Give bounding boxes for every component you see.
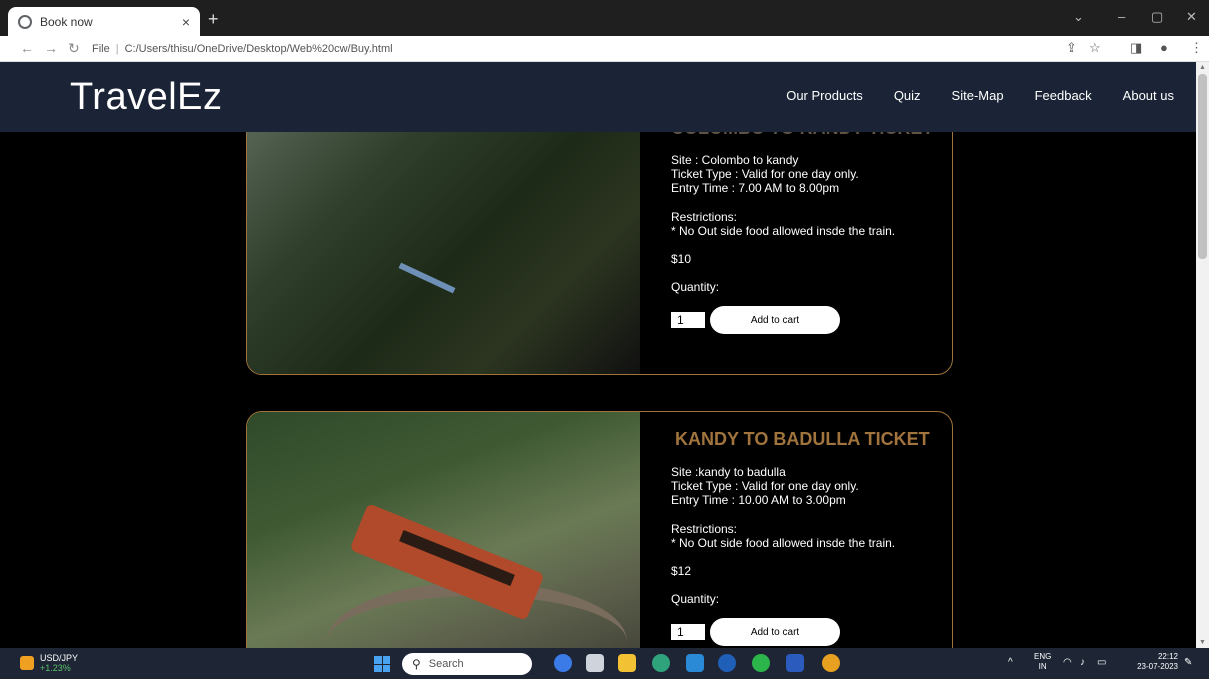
url-separator: | <box>115 43 119 55</box>
clock-time: 22:12 <box>1157 652 1178 661</box>
browser-tab-bar: Book now × + ⌄ – ▢ ✕ <box>0 0 1209 36</box>
search-icon: ⚲ <box>412 657 421 671</box>
wifi-icon[interactable]: ◠ <box>1063 657 1072 668</box>
ticket-details: Site : Colombo to kandy Ticket Type : Va… <box>671 153 859 195</box>
currency-chart-icon <box>20 656 34 670</box>
quantity-input[interactable] <box>671 624 705 640</box>
ticket-restrictions: Restrictions: * No Out side food allowed… <box>671 522 895 550</box>
scroll-down-icon[interactable]: ▼ <box>1199 639 1206 646</box>
clock-date: 23-07-2023 <box>1137 662 1178 671</box>
battery-icon[interactable]: ▭ <box>1097 657 1106 668</box>
side-panel-icon[interactable]: ◨ <box>1130 40 1142 56</box>
ticket-price: $12 <box>671 564 692 578</box>
windows-taskbar: USD/JPY +1.23% ⚲ Search ^ ENG IN ◠ ♪ ▭ 2… <box>0 648 1209 679</box>
browser-tab[interactable]: Book now × <box>8 7 200 36</box>
scrollbar-thumb[interactable] <box>1198 74 1207 259</box>
menu-kebab-icon[interactable]: ⋮ <box>1190 40 1203 56</box>
share-icon[interactable]: ⇪ <box>1066 40 1077 56</box>
add-to-cart-button[interactable]: Add to cart <box>710 618 840 646</box>
volume-icon[interactable]: ♪ <box>1080 657 1085 668</box>
language-indicator[interactable]: ENG IN <box>1034 652 1051 672</box>
minimize-icon[interactable]: – <box>1118 9 1125 24</box>
ticket-entry-time: Entry Time : 7.00 AM to 8.00pm <box>671 181 840 195</box>
url-scheme: File <box>92 43 110 55</box>
ticket-restrictions: Restrictions: * No Out side food allowed… <box>671 210 895 238</box>
bing-chat-icon[interactable] <box>554 654 572 672</box>
vscode-icon[interactable] <box>686 654 704 672</box>
nav-about-us[interactable]: About us <box>1123 88 1174 103</box>
notification-icon[interactable]: ✎ <box>1184 657 1192 668</box>
restrictions-label: Restrictions: <box>671 522 738 536</box>
tab-search-icon[interactable]: ⌄ <box>1073 9 1084 25</box>
nav-our-products[interactable]: Our Products <box>786 88 863 103</box>
close-window-icon[interactable]: ✕ <box>1186 9 1197 25</box>
show-hidden-icons-icon[interactable]: ^ <box>1008 657 1013 668</box>
globe-icon <box>18 14 32 29</box>
currency-widget[interactable]: USD/JPY +1.23% <box>20 653 78 673</box>
ticket-photo <box>247 412 640 648</box>
quantity-label: Quantity: <box>671 280 720 294</box>
ticket-title: KANDY TO BADULLA TICKET <box>675 429 930 449</box>
ticket-type: Ticket Type : Valid for one day only. <box>671 479 859 493</box>
lang-top: ENG <box>1034 652 1052 661</box>
profile-icon[interactable]: ● <box>1160 40 1168 55</box>
nav-quiz[interactable]: Quiz <box>894 88 921 103</box>
url-path: C:/Users/thisu/OneDrive/Desktop/Web%20cw… <box>124 43 393 55</box>
ticket-card: COLOMBO TO KANDY TICKET Site : Colombo t… <box>246 99 953 375</box>
quantity-input[interactable] <box>671 312 705 328</box>
ticket-photo <box>247 100 640 374</box>
ticket-details: Site :kandy to badulla Ticket Type : Val… <box>671 465 859 507</box>
widget-name: USD/JPY <box>40 653 79 663</box>
edge-browser-icon[interactable] <box>652 654 670 672</box>
ticket-site: Site :kandy to badulla <box>671 465 786 479</box>
widget-change: +1.23% <box>40 663 71 673</box>
word-icon[interactable] <box>786 654 804 672</box>
back-icon[interactable]: ← <box>20 40 34 56</box>
quantity-label: Quantity: <box>671 592 720 606</box>
taskbar-search[interactable]: ⚲ Search <box>402 653 532 675</box>
maximize-icon[interactable]: ▢ <box>1151 9 1163 25</box>
app-icon[interactable] <box>718 654 736 672</box>
bookmark-star-icon[interactable]: ☆ <box>1089 40 1101 56</box>
address-bar: ← → ↻ ⓘ File | C:/Users/thisu/OneDrive/D… <box>0 36 1209 62</box>
forward-icon[interactable]: → <box>44 40 58 56</box>
ticket-entry-time: Entry Time : 10.00 AM to 3.00pm <box>671 493 846 507</box>
chrome-icon[interactable] <box>822 654 840 672</box>
site-logo[interactable]: TravelEz <box>70 76 223 119</box>
page-scrollbar[interactable]: ▲ ▼ <box>1196 62 1209 648</box>
web-page: TravelEz Our Products Quiz Site-Map Feed… <box>0 62 1196 648</box>
ticket-card: KANDY TO BADULLA TICKET Site :kandy to b… <box>246 411 953 648</box>
nav-site-map[interactable]: Site-Map <box>952 88 1004 103</box>
site-header: TravelEz Our Products Quiz Site-Map Feed… <box>0 62 1196 132</box>
info-icon[interactable]: ⓘ <box>516 40 796 57</box>
new-tab-icon[interactable]: + <box>208 9 219 30</box>
restriction-text: * No Out side food allowed insde the tra… <box>671 536 896 550</box>
ticket-price: $10 <box>671 252 692 266</box>
task-view-icon[interactable] <box>586 654 604 672</box>
windows-start-icon[interactable] <box>374 656 390 672</box>
nav-feedback[interactable]: Feedback <box>1035 88 1092 103</box>
ticket-type: Ticket Type : Valid for one day only. <box>671 167 859 181</box>
lang-bottom: IN <box>1038 662 1047 671</box>
train-shape <box>398 262 456 294</box>
file-explorer-icon[interactable] <box>618 654 636 672</box>
tab-title: Book now <box>40 14 93 29</box>
search-label: Search <box>428 658 464 670</box>
system-clock[interactable]: 22:12 23-07-2023 <box>1128 652 1178 672</box>
restrictions-label: Restrictions: <box>671 210 738 224</box>
scroll-up-icon[interactable]: ▲ <box>1199 64 1206 71</box>
ticket-site: Site : Colombo to kandy <box>671 153 799 167</box>
url-field[interactable]: ⓘ File | C:/Users/thisu/OneDrive/Desktop… <box>92 40 528 58</box>
add-to-cart-button[interactable]: Add to cart <box>710 306 840 334</box>
close-tab-icon[interactable]: × <box>182 14 190 30</box>
whatsapp-icon[interactable] <box>752 654 770 672</box>
restriction-text: * No Out side food allowed insde the tra… <box>671 224 896 238</box>
reload-icon[interactable]: ↻ <box>68 40 80 57</box>
site-nav: Our Products Quiz Site-Map Feedback Abou… <box>786 88 1174 103</box>
